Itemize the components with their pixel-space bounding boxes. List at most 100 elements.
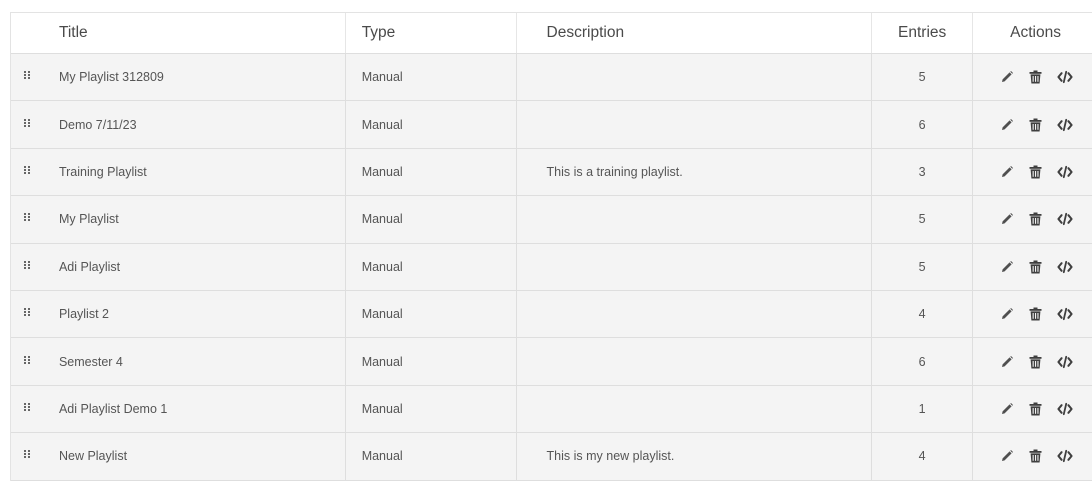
trash-icon[interactable]	[1028, 69, 1044, 85]
pencil-icon[interactable]	[999, 259, 1015, 275]
drag-handle-icon	[23, 402, 30, 411]
row-entries: 6	[872, 338, 974, 385]
table-row[interactable]: Playlist 2 Manual 4	[11, 290, 1092, 339]
drag-handle[interactable]	[11, 196, 43, 242]
column-header-entries[interactable]: Entries	[872, 13, 974, 53]
trash-icon[interactable]	[1028, 448, 1044, 464]
column-header-actions: Actions	[1010, 24, 1061, 41]
drag-handle[interactable]	[11, 101, 43, 147]
row-entries: 3	[872, 148, 974, 196]
row-entries: 5	[872, 243, 974, 290]
row-type: Manual	[346, 101, 517, 148]
drag-handle-icon	[23, 308, 30, 317]
row-actions	[973, 244, 1092, 290]
row-title: Playlist 2	[43, 290, 346, 338]
row-title: My Playlist	[43, 196, 346, 243]
pencil-icon[interactable]	[999, 306, 1015, 322]
table-row[interactable]: Training Playlist Manual This is a train…	[11, 148, 1092, 197]
drag-handle-icon	[23, 213, 30, 222]
row-description	[517, 101, 873, 148]
row-type: Manual	[346, 290, 517, 338]
table-row[interactable]: My Playlist 312809 Manual 5	[11, 54, 1092, 102]
row-description	[517, 290, 873, 338]
trash-icon[interactable]	[1028, 401, 1044, 417]
drag-handle[interactable]	[11, 291, 43, 337]
row-description: This is a training playlist.	[517, 148, 873, 196]
table-row[interactable]: My Playlist Manual 5	[11, 196, 1092, 244]
code-icon[interactable]	[1056, 117, 1073, 133]
table-row[interactable]: New Playlist Manual This is my new playl…	[11, 433, 1092, 481]
row-description	[517, 338, 873, 385]
trash-icon[interactable]	[1028, 211, 1044, 227]
column-header-title[interactable]: Title	[43, 13, 346, 53]
drag-handle-icon	[23, 355, 30, 364]
table-row[interactable]: Adi Playlist Manual 5	[11, 243, 1092, 291]
playlists-table: Title Type Description Entries Actions M…	[10, 12, 1092, 481]
row-entries: 6	[872, 101, 974, 148]
drag-handle[interactable]	[11, 338, 43, 384]
row-title: Demo 7/11/23	[43, 101, 346, 148]
code-icon[interactable]	[1056, 259, 1073, 275]
code-icon[interactable]	[1056, 306, 1073, 322]
row-type: Manual	[346, 54, 517, 101]
row-actions	[973, 101, 1092, 147]
row-actions	[973, 196, 1092, 242]
drag-handle[interactable]	[11, 54, 43, 100]
row-actions	[973, 338, 1092, 384]
table-row[interactable]: Adi Playlist Demo 1 Manual 1	[11, 385, 1092, 434]
row-entries: 5	[872, 196, 974, 243]
drag-handle[interactable]	[11, 433, 43, 479]
drag-handle-icon	[23, 165, 30, 174]
row-title: New Playlist	[43, 433, 346, 480]
code-icon[interactable]	[1056, 401, 1073, 417]
row-type: Manual	[346, 385, 517, 433]
row-type: Manual	[346, 338, 517, 385]
code-icon[interactable]	[1056, 354, 1073, 370]
drag-handle-icon	[23, 260, 30, 269]
row-actions	[973, 149, 1092, 195]
row-description	[517, 54, 873, 101]
header-handle-cell	[11, 13, 43, 53]
pencil-icon[interactable]	[999, 401, 1015, 417]
row-title: My Playlist 312809	[43, 54, 346, 101]
table-row[interactable]: Semester 4 Manual 6	[11, 338, 1092, 386]
drag-handle[interactable]	[11, 386, 43, 432]
drag-handle[interactable]	[11, 149, 43, 195]
row-entries: 4	[872, 433, 974, 480]
row-entries: 1	[872, 385, 974, 433]
row-type: Manual	[346, 433, 517, 480]
row-entries: 5	[872, 54, 974, 101]
code-icon[interactable]	[1056, 69, 1073, 85]
code-icon[interactable]	[1056, 448, 1073, 464]
pencil-icon[interactable]	[999, 211, 1015, 227]
pencil-icon[interactable]	[999, 69, 1015, 85]
drag-handle-icon	[23, 450, 30, 459]
trash-icon[interactable]	[1028, 164, 1044, 180]
row-description	[517, 243, 873, 290]
column-header-type[interactable]: Type	[346, 13, 517, 53]
column-header-description[interactable]: Description	[517, 13, 873, 53]
trash-icon[interactable]	[1028, 306, 1044, 322]
row-description	[517, 385, 873, 433]
pencil-icon[interactable]	[999, 354, 1015, 370]
trash-icon[interactable]	[1028, 117, 1044, 133]
pencil-icon[interactable]	[999, 164, 1015, 180]
code-icon[interactable]	[1056, 211, 1073, 227]
table-body: My Playlist 312809 Manual 5 Demo 7/11/23…	[11, 54, 1092, 481]
row-actions	[973, 433, 1092, 479]
row-title: Adi Playlist Demo 1	[43, 385, 346, 433]
table-row[interactable]: Demo 7/11/23 Manual 6	[11, 101, 1092, 149]
table-header: Title Type Description Entries Actions	[11, 13, 1092, 54]
drag-handle[interactable]	[11, 244, 43, 290]
pencil-icon[interactable]	[999, 117, 1015, 133]
trash-icon[interactable]	[1028, 259, 1044, 275]
trash-icon[interactable]	[1028, 354, 1044, 370]
row-actions	[973, 54, 1092, 100]
row-actions	[973, 291, 1092, 337]
pencil-icon[interactable]	[999, 448, 1015, 464]
row-title: Training Playlist	[43, 148, 346, 196]
drag-handle-icon	[23, 118, 30, 127]
row-type: Manual	[346, 196, 517, 243]
row-title: Semester 4	[43, 338, 346, 385]
code-icon[interactable]	[1056, 164, 1073, 180]
